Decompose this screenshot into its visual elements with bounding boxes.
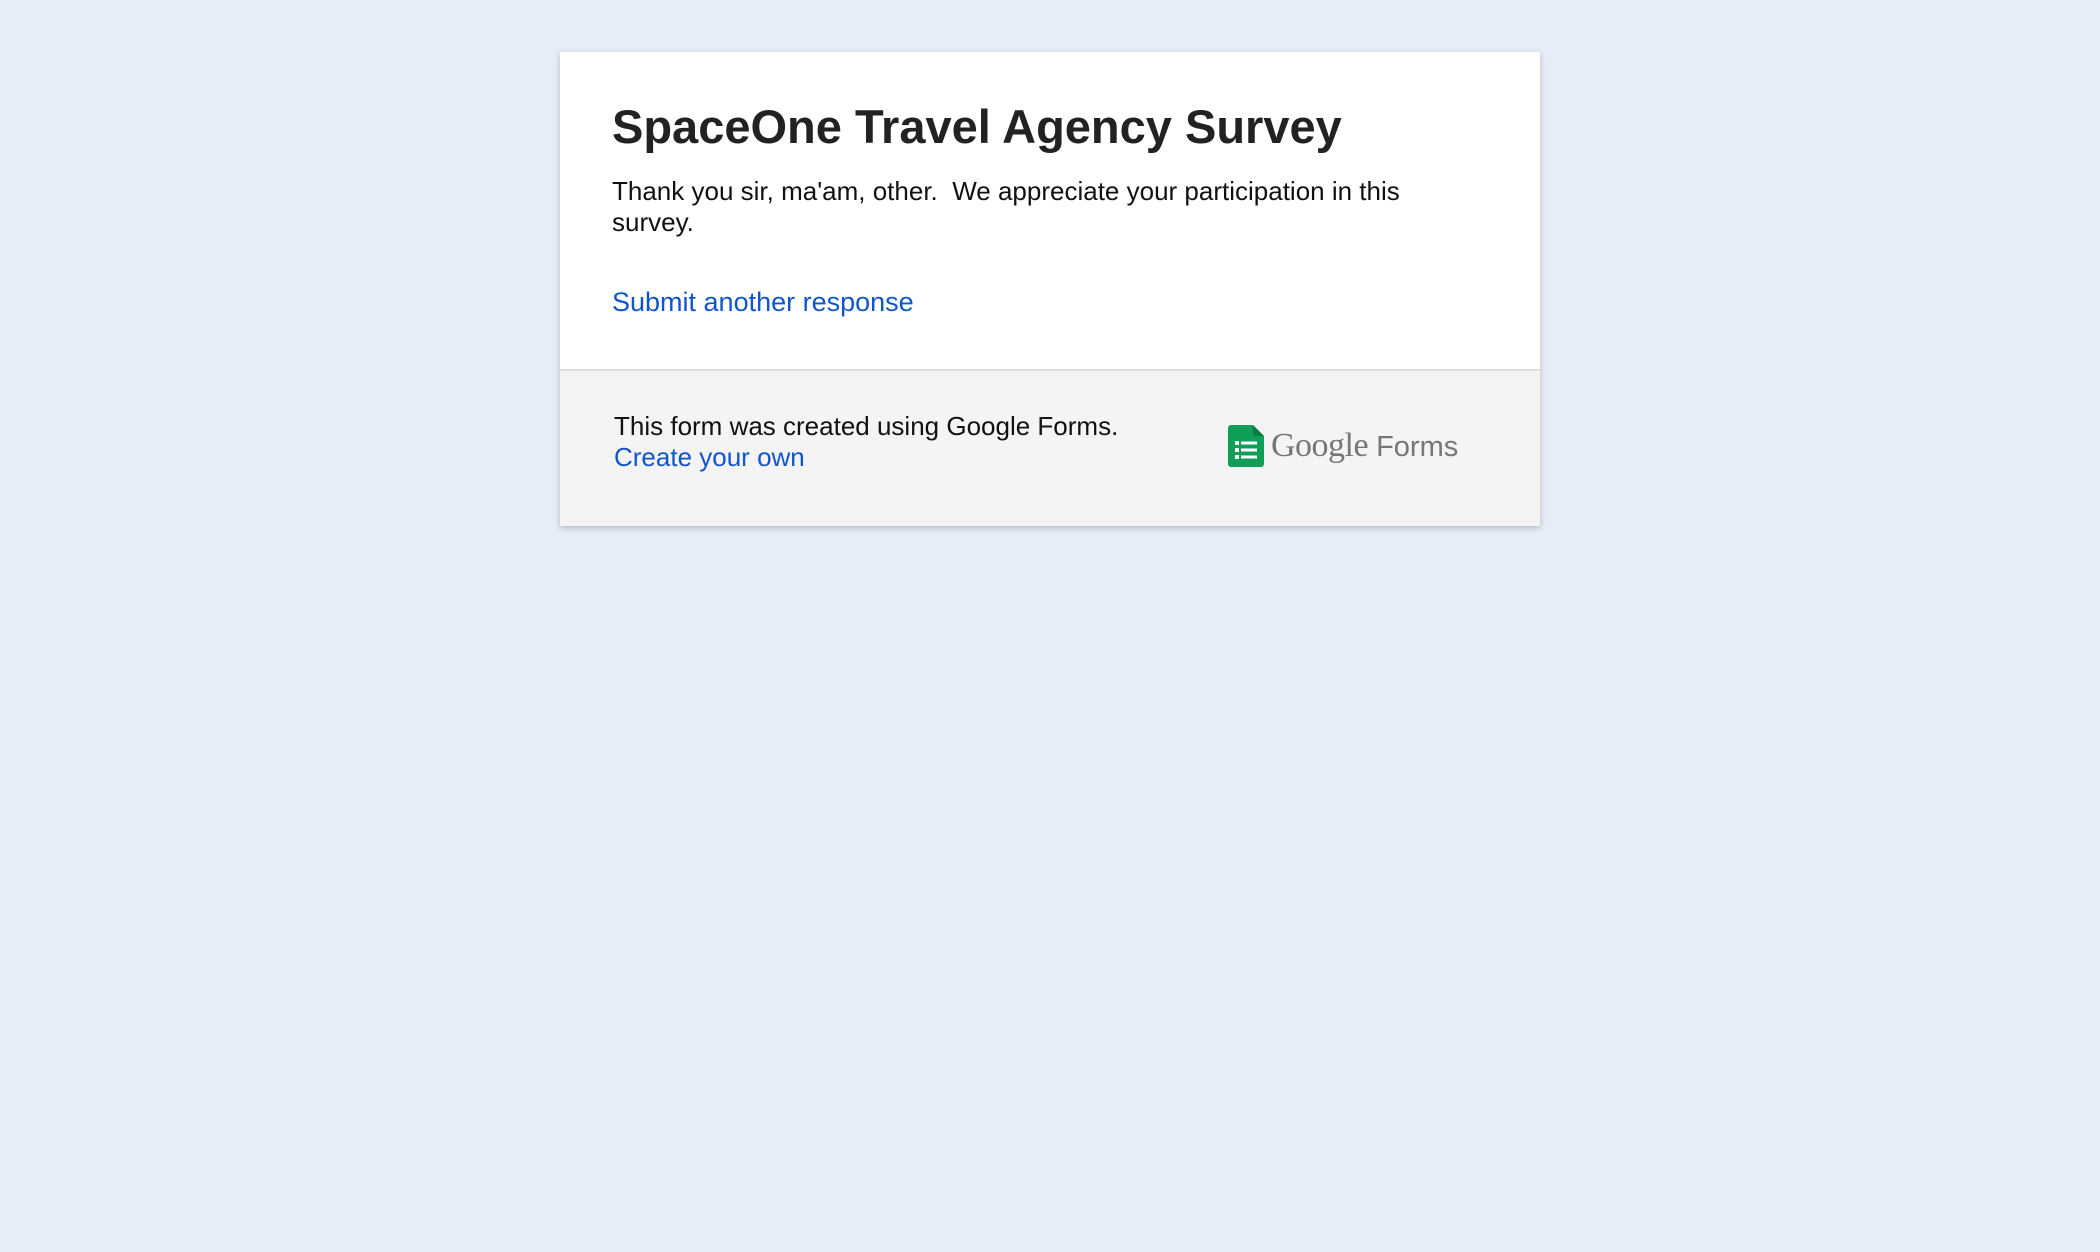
form-card: SpaceOne Travel Agency Survey Thank you … <box>560 52 1540 526</box>
create-your-own-link[interactable]: Create your own <box>614 442 805 473</box>
confirmation-message: Thank you sir, ma'am, other. We apprecia… <box>612 176 1407 237</box>
google-forms-icon <box>1228 425 1264 467</box>
form-footer: This form was created using Google Forms… <box>560 371 1540 526</box>
google-forms-wordmark: Google Forms <box>1271 426 1458 467</box>
confirmation-section: SpaceOne Travel Agency Survey Thank you … <box>560 52 1540 369</box>
wordmark-google: Google <box>1271 427 1369 464</box>
submit-another-response-link[interactable]: Submit another response <box>612 286 914 318</box>
form-title: SpaceOne Travel Agency Survey <box>612 100 1342 153</box>
created-with-text: This form was created using Google Forms… <box>614 411 1119 441</box>
wordmark-forms: Forms <box>1376 431 1459 463</box>
google-forms-logo[interactable]: Google Forms <box>1228 423 1468 469</box>
